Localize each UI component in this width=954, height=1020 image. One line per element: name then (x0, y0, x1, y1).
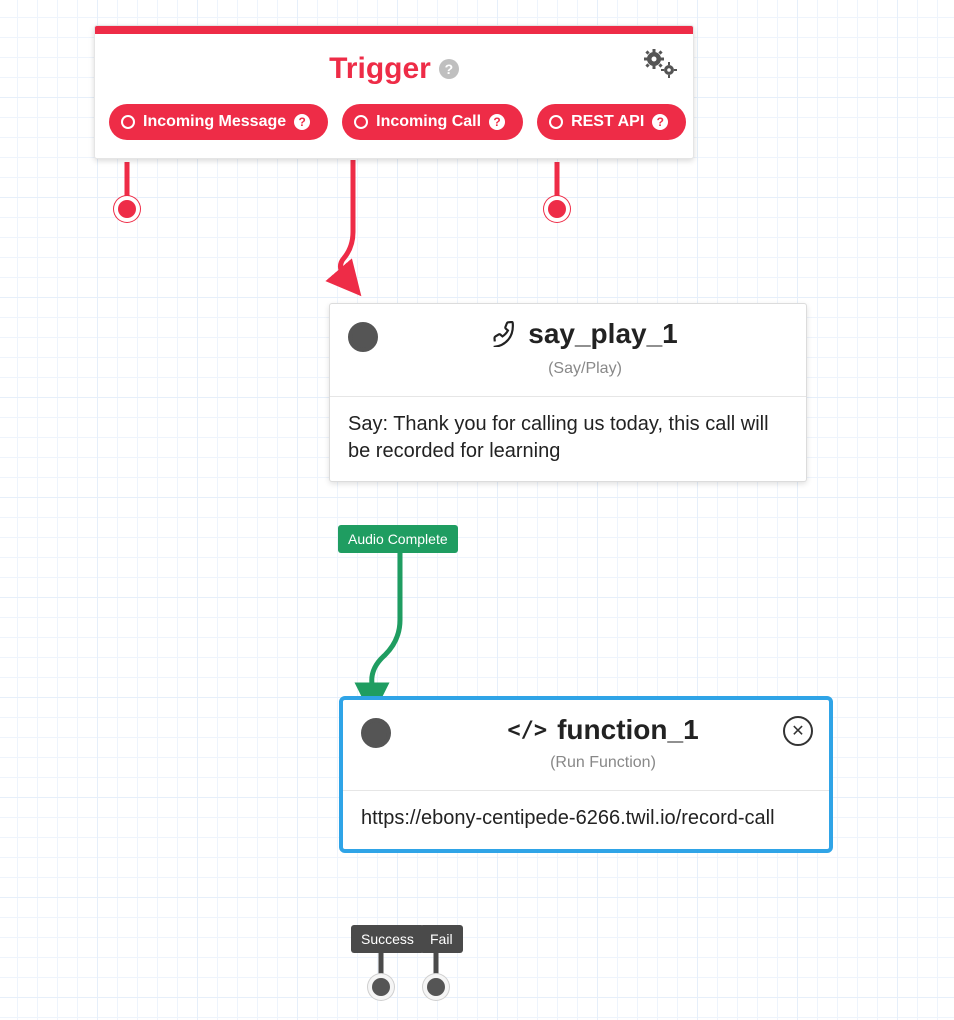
pill-label: Incoming Message (143, 113, 286, 131)
trigger-accent-bar (95, 26, 693, 34)
pill-incoming-call[interactable]: Incoming Call ? (342, 104, 523, 140)
output-port-icon (354, 115, 368, 129)
trigger-widget[interactable]: Trigger ? (94, 25, 694, 159)
code-icon: </> (507, 718, 547, 743)
help-icon[interactable]: ? (652, 114, 668, 130)
widget-title: </> function_1 (507, 714, 698, 746)
input-port[interactable] (361, 718, 391, 748)
pill-rest-api[interactable]: REST API ? (537, 104, 686, 140)
output-port-icon (121, 115, 135, 129)
trigger-title-text: Trigger (329, 52, 431, 86)
pill-label: Incoming Call (376, 113, 481, 131)
phone-icon (492, 321, 518, 347)
endpoint-success[interactable] (372, 978, 390, 996)
outcome-audio-complete[interactable]: Audio Complete (338, 525, 458, 553)
help-icon[interactable]: ? (489, 114, 505, 130)
endpoint-incoming-message[interactable] (118, 200, 136, 218)
pill-incoming-message[interactable]: Incoming Message ? (109, 104, 328, 140)
say-text: Thank you for calling us today, this cal… (348, 413, 769, 462)
function-url: https://ebony-centipede-6266.twil.io/rec… (343, 791, 829, 849)
help-icon[interactable]: ? (439, 59, 459, 79)
outcome-success[interactable]: Success (351, 925, 424, 953)
settings-gears-icon[interactable] (643, 48, 677, 83)
trigger-title: Trigger ? (329, 52, 459, 86)
say-prefix: Say: (348, 413, 393, 435)
close-icon[interactable]: ✕ (783, 716, 813, 746)
widget-title: say_play_1 (492, 318, 677, 350)
pill-label: REST API (571, 113, 644, 131)
function-widget[interactable]: ✕ </> function_1 (Run Function) https://… (339, 696, 833, 853)
input-port[interactable] (348, 322, 378, 352)
say-play-body: Say: Thank you for calling us today, thi… (330, 397, 806, 481)
widget-name: function_1 (557, 714, 699, 746)
help-icon[interactable]: ? (294, 114, 310, 130)
say-play-widget[interactable]: say_play_1 (Say/Play) Say: Thank you for… (329, 303, 807, 482)
outcome-fail[interactable]: Fail (420, 925, 463, 953)
endpoint-fail[interactable] (427, 978, 445, 996)
trigger-outputs: Incoming Message ? Incoming Call ? REST … (95, 92, 693, 158)
endpoint-rest-api[interactable] (548, 200, 566, 218)
widget-name: say_play_1 (528, 318, 677, 350)
widget-subtitle: (Say/Play) (382, 360, 788, 378)
output-port-icon (549, 115, 563, 129)
widget-subtitle: (Run Function) (395, 754, 811, 772)
flow-canvas[interactable]: Trigger ? (0, 0, 954, 1020)
